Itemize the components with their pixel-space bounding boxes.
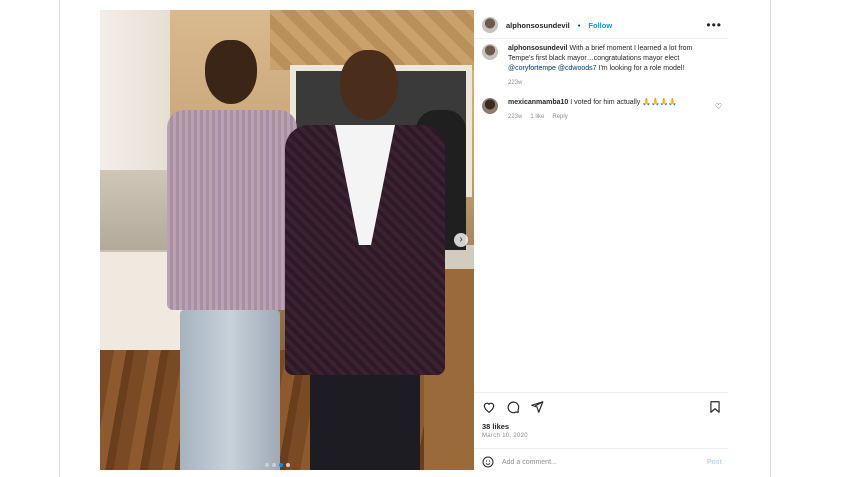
post-date: March 10, 2020 [482,433,528,439]
add-comment-bar: Add a comment... Post [482,454,722,470]
actions-divider [474,392,728,393]
carousel-dot [279,463,283,467]
comment-icon[interactable] [506,400,520,414]
comment-divider [474,448,728,449]
post-button[interactable]: Post [707,459,722,466]
carousel-dot [272,463,276,467]
person-right [285,40,445,470]
post-panel: alphonsosundevil • Follow ••• alphonsosu… [474,10,728,475]
action-bar [482,398,722,416]
follow-button[interactable]: Follow [588,21,612,30]
heart-icon[interactable] [482,400,496,414]
mention-link[interactable]: @cdwoods7 [558,65,597,72]
avatar[interactable] [482,17,498,33]
comment-likes[interactable]: 1 like [530,112,544,122]
post-username[interactable]: alphonsosundevil [506,21,570,30]
carousel-dot [286,463,290,467]
comment-input[interactable]: Add a comment... [502,459,557,466]
carousel-dots [265,463,290,467]
carousel-dot [265,463,269,467]
comment-age[interactable]: 223w [508,112,522,122]
avatar[interactable] [482,44,498,60]
bookmark-icon[interactable] [708,400,722,414]
caption-age[interactable]: 223w [508,78,522,88]
post-photo[interactable] [100,10,474,470]
plaid-shirt [167,110,297,310]
caption: alphonsosundevil With a brief moment I l… [482,44,708,88]
reply-button[interactable]: Reply [552,112,567,122]
frame-right-border [770,0,771,477]
mention-link[interactable]: @coryfortempe [508,65,556,72]
pants [310,370,420,470]
jeans [180,310,280,470]
head-left [205,40,257,104]
caption-text-end: I'm looking for a role model! [598,65,685,72]
carousel-next-button[interactable]: › [454,233,468,247]
avatar[interactable] [482,98,498,114]
person-left [155,30,297,470]
comment-text: I voted for him actually 🙏🙏🙏🙏 [570,99,678,106]
more-icon[interactable]: ••• [706,18,722,32]
post-header: alphonsosundevil • Follow ••• [482,14,722,36]
comment-like-icon[interactable]: ♡ [715,102,722,111]
frame-left-border [59,0,60,477]
share-icon[interactable] [530,400,544,414]
separator-dot: • [577,20,581,30]
comment-username[interactable]: mexicanmamba10 [508,99,568,106]
head-right [340,50,398,120]
likes-count[interactable]: 38 likes [482,422,509,431]
header-divider [474,38,728,39]
caption-username[interactable]: alphonsosundevil [508,45,568,52]
comment-item: mexicanmamba10 I voted for him actually … [482,98,708,122]
emoji-icon[interactable] [482,456,494,468]
